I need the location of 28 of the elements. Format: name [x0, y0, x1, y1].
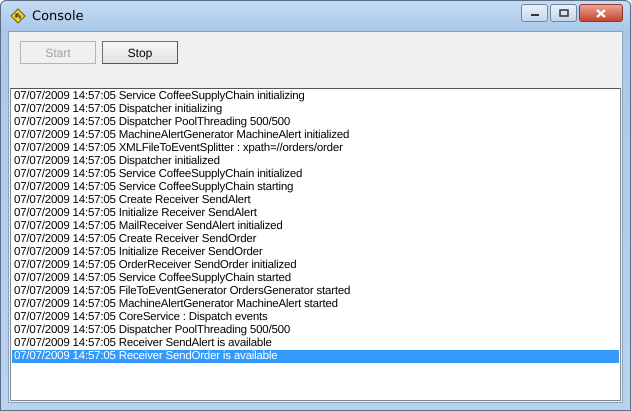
log-entry[interactable]: 07/07/2009 14:57:05 Dispatcher PoolThreading 500/500 — [12, 324, 619, 337]
log-entry[interactable]: 07/07/2009 14:57:05 Service CoffeeSupplyChain starting — [12, 181, 619, 194]
diamond-icon — [10, 8, 26, 24]
maximize-button[interactable] — [550, 4, 577, 22]
window-title: Console — [32, 8, 84, 24]
log-entry[interactable]: 07/07/2009 14:57:05 MachineAlertGenerator MachineAlert initialized — [12, 129, 619, 142]
log-entry[interactable]: 07/07/2009 14:57:05 CoreService : Dispatch events — [12, 311, 619, 324]
close-icon — [595, 8, 607, 18]
log-entry[interactable]: 07/07/2009 14:57:05 MachineAlertGenerator MachineAlert started — [12, 298, 619, 311]
log-entry[interactable]: 07/07/2009 14:57:05 Dispatcher PoolThreading 500/500 — [12, 116, 619, 129]
action-button[interactable]: Stop — [102, 41, 178, 64]
log-entry[interactable]: 07/07/2009 14:57:05 XMLFileToEventSplitter : xpath=//orders/order — [12, 142, 619, 155]
log-entry[interactable]: 07/07/2009 14:57:05 OrderReceiver SendOrder initialized — [12, 259, 619, 272]
log-entry[interactable]: 07/07/2009 14:57:05 Initialize Receiver SendAlert — [12, 207, 619, 220]
log-entry[interactable]: 07/07/2009 14:57:05 Create Receiver SendOrder — [12, 233, 619, 246]
log-entry[interactable]: 07/07/2009 14:57:05 Dispatcher initializing — [12, 103, 619, 116]
log-entry[interactable]: 07/07/2009 14:57:05 Receiver SendAlert is available — [12, 337, 619, 350]
log-entry[interactable]: 07/07/2009 14:57:05 Service CoffeeSupplyChain started — [12, 272, 619, 285]
minimize-button[interactable] — [521, 4, 548, 22]
log-entry[interactable]: 07/07/2009 14:57:05 Initialize Receiver SendOrder — [12, 246, 619, 259]
close-button[interactable] — [579, 4, 623, 22]
log-entry[interactable]: 07/07/2009 14:57:05 Service CoffeeSupplyChain initializing — [12, 90, 619, 103]
log-entry[interactable]: 07/07/2009 14:57:05 FileToEventGenerator OrdersGenerator started — [12, 285, 619, 298]
log-entry[interactable]: 07/07/2009 14:57:05 MailReceiver SendAlert initialized — [12, 220, 619, 233]
log-entry[interactable]: 07/07/2009 14:57:05 Service CoffeeSupplyChain initialized — [12, 168, 619, 181]
log-entry[interactable]: 07/07/2009 14:57:05 Dispatcher initialized — [12, 155, 619, 168]
log-entry[interactable]: 07/07/2009 14:57:05 Create Receiver SendAlert — [12, 194, 619, 207]
maximize-icon — [558, 9, 568, 17]
